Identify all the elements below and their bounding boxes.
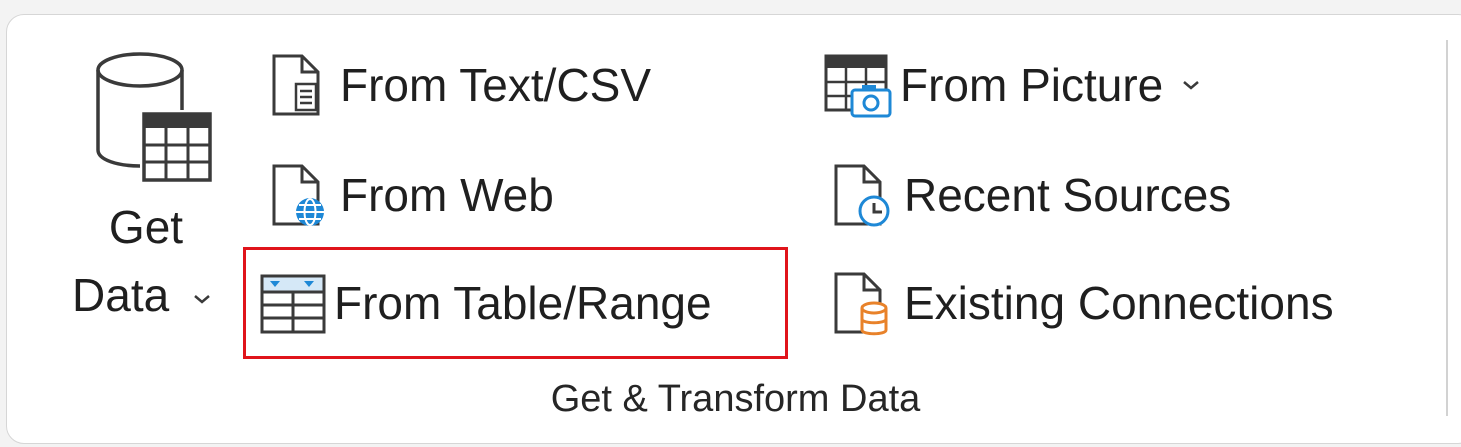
chevron-down-icon <box>1183 81 1200 90</box>
web-file-globe-icon <box>272 164 324 226</box>
group-separator <box>1446 40 1448 416</box>
existing-connections-button[interactable]: Existing Connections <box>826 263 1334 343</box>
from-text-csv-label: From Text/CSV <box>340 59 651 111</box>
recent-sources-label: Recent Sources <box>904 169 1232 221</box>
group-label: Get & Transform Data <box>550 378 921 420</box>
text-file-icon <box>272 54 320 116</box>
recent-sources-button[interactable]: Recent Sources <box>826 155 1231 235</box>
connection-file-cylinder-icon <box>834 272 888 336</box>
highlight-box <box>243 247 788 359</box>
database-table-icon <box>96 52 212 182</box>
get-data-label-line1: Get <box>108 201 184 253</box>
chevron-down-icon <box>194 294 210 304</box>
get-data-button[interactable]: Get Data <box>60 48 232 338</box>
recent-file-clock-icon <box>834 164 890 227</box>
get-data-label-line2: Data <box>56 270 228 320</box>
picture-camera-table-icon <box>824 54 892 118</box>
from-web-label: From Web <box>340 169 554 221</box>
from-picture-button[interactable]: From Picture <box>822 45 1201 125</box>
from-text-csv-button[interactable]: From Text/CSV <box>262 45 651 125</box>
from-web-button[interactable]: From Web <box>262 155 554 235</box>
existing-connections-label: Existing Connections <box>904 277 1334 329</box>
get-data-label-text: Data <box>72 269 170 321</box>
from-picture-label: From Picture <box>900 59 1164 111</box>
